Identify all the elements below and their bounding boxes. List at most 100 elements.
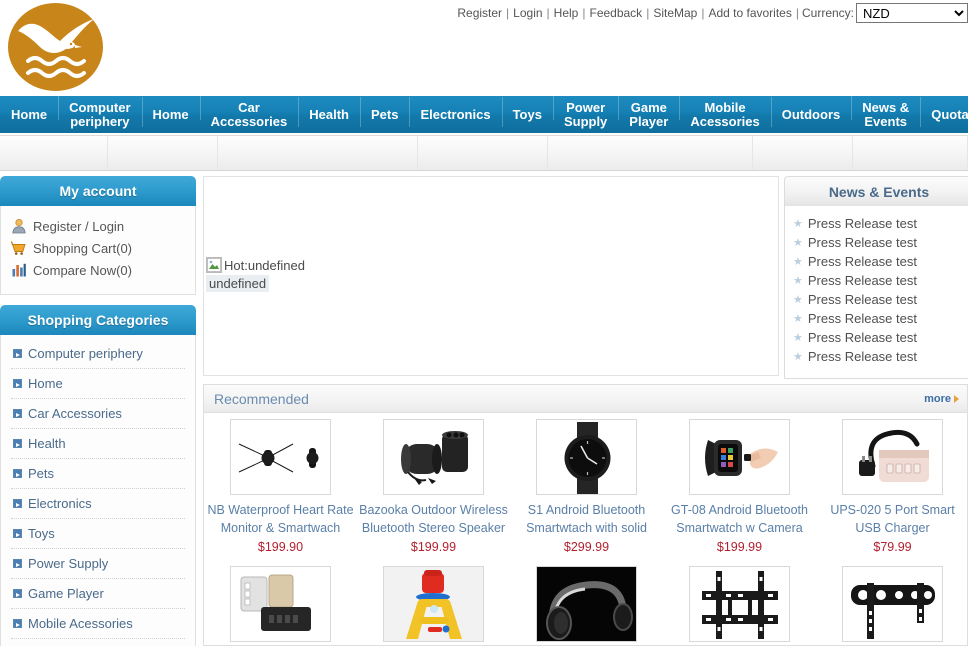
news-item-label: Press Release test	[807, 330, 917, 345]
product-image	[230, 566, 331, 642]
news-item[interactable]: ★ Press Release test	[793, 309, 967, 328]
category-item-car-accessories[interactable]: Car Accessories	[11, 399, 185, 429]
product-card[interactable]	[204, 566, 357, 645]
product-card[interactable]	[663, 566, 816, 645]
category-item-home[interactable]: Home	[11, 369, 185, 399]
broken-image-icon	[206, 257, 222, 273]
account-item-shopping-cart[interactable]: Shopping Cart(0)	[11, 240, 185, 256]
nav-item-news-events[interactable]: News & Events	[851, 96, 920, 129]
product-card[interactable]: S1 Android Bluetooth Smartwtach with sol…	[510, 419, 663, 556]
subnav-cell	[218, 136, 418, 170]
recommended-section: Recommended more NB Waterproof Heart Rat…	[203, 384, 968, 646]
recommended-row-2	[204, 560, 967, 645]
currency-label: Currency:	[801, 6, 854, 20]
currency-select[interactable]: NZD	[856, 3, 968, 23]
nav-item-quotation[interactable]: Quotation	[920, 96, 968, 127]
product-image	[842, 566, 943, 642]
news-item[interactable]: ★ Press Release test	[793, 271, 967, 290]
arrow-box-icon	[13, 559, 22, 568]
nav-item-power-supply[interactable]: Power Supply	[552, 96, 618, 129]
category-item-health[interactable]: Health	[11, 429, 185, 459]
category-item-pets[interactable]: Pets	[11, 459, 185, 489]
nav-item-toys[interactable]: Toys	[501, 96, 553, 127]
product-card[interactable]	[510, 566, 663, 645]
separator: |	[795, 6, 799, 20]
product-title[interactable]: Bazooka Outdoor Wireless Bluetooth Stere…	[359, 501, 508, 537]
product-price: $199.99	[410, 540, 457, 554]
product-title[interactable]: UPS-020 5 Port Smart USB Charger	[818, 501, 967, 537]
my-account-body: Register / Login Shopping Cart(0) Compar…	[0, 206, 196, 295]
star-icon: ★	[793, 237, 803, 249]
news-item[interactable]: ★ Press Release test	[793, 252, 967, 271]
sitemap-link[interactable]: SiteMap	[652, 6, 698, 20]
product-card[interactable]: UPS-020 5 Port Smart USB Charger $79.99	[816, 419, 967, 556]
left-sidebar: My account Register / Login Shopping Car…	[0, 176, 196, 646]
news-events-title: News & Events	[784, 176, 968, 206]
news-item[interactable]: ★ Press Release test	[793, 290, 967, 309]
category-label: Car Accessories	[28, 406, 122, 421]
nav-item-car-accessories[interactable]: Car Accessories	[199, 96, 299, 129]
news-item[interactable]: ★ Press Release test	[793, 328, 967, 347]
recommended-row-1: NB Waterproof Heart Rate Monitor & Smart…	[204, 413, 967, 556]
nav-item-game-player[interactable]: Game Player	[618, 96, 679, 129]
cart-icon	[11, 240, 29, 256]
category-item-computer-periphery[interactable]: Computer periphery	[11, 339, 185, 369]
nav-item-computer-periphery[interactable]: Computer periphery	[58, 96, 141, 129]
arrow-right-icon	[954, 394, 959, 403]
news-item[interactable]: ★ Press Release test	[793, 233, 967, 252]
news-item-label: Press Release test	[807, 273, 917, 288]
register-link[interactable]: Register	[456, 6, 503, 20]
feedback-link[interactable]: Feedback	[588, 6, 643, 20]
nav-item-health[interactable]: Health	[298, 96, 360, 127]
account-item-register-login[interactable]: Register / Login	[11, 218, 185, 234]
category-label: Game Player	[28, 586, 104, 601]
product-card[interactable]: GT-08 Android Bluetooth Smartwatch w Cam…	[663, 419, 816, 556]
category-item-outdoors[interactable]: Outdoors	[11, 639, 185, 646]
star-icon: ★	[793, 351, 803, 363]
product-image	[536, 566, 637, 642]
category-item-toys[interactable]: Toys	[11, 519, 185, 549]
account-item-compare-now[interactable]: Compare Now(0)	[11, 262, 185, 278]
product-price: $199.90	[257, 540, 304, 554]
main-navigation: Home Computer periphery Home Car Accesso…	[0, 96, 968, 133]
product-card[interactable]	[816, 566, 967, 645]
news-item-label: Press Release test	[807, 254, 917, 269]
recommended-more-link[interactable]: more	[924, 393, 959, 405]
nav-item-mobile-acessories[interactable]: Mobile Acessories	[679, 96, 770, 129]
category-item-game-player[interactable]: Game Player	[11, 579, 185, 609]
nav-item-home[interactable]: Home	[0, 107, 58, 122]
product-card[interactable]	[357, 566, 510, 645]
product-image	[383, 419, 484, 495]
news-item[interactable]: ★ Press Release test	[793, 214, 967, 233]
center-banner-area: Hot:undefined undefined	[203, 176, 779, 376]
product-card[interactable]: Bazooka Outdoor Wireless Bluetooth Stere…	[357, 419, 510, 556]
smartwatch-hand-image	[690, 420, 789, 494]
product-title[interactable]: GT-08 Android Bluetooth Smartwatch w Cam…	[665, 501, 814, 537]
nav-item-pets[interactable]: Pets	[360, 96, 409, 127]
broken-image-alt-text: Hot:undefined	[224, 257, 305, 273]
add-to-favorites-link[interactable]: Add to favorites	[707, 6, 792, 20]
category-item-mobile-acessories[interactable]: Mobile Acessories	[11, 609, 185, 639]
subnav-cell	[0, 136, 108, 170]
product-title[interactable]: NB Waterproof Heart Rate Monitor & Smart…	[206, 501, 355, 537]
category-item-power-supply[interactable]: Power Supply	[11, 549, 185, 579]
category-item-electronics[interactable]: Electronics	[11, 489, 185, 519]
sub-navigation-strip	[0, 135, 968, 171]
login-link[interactable]: Login	[512, 6, 543, 20]
category-label: Pets	[28, 466, 55, 481]
nav-item-home-2[interactable]: Home	[141, 96, 200, 127]
product-price: $199.99	[716, 540, 763, 554]
nav-item-outdoors[interactable]: Outdoors	[770, 96, 852, 127]
separator: |	[546, 6, 550, 20]
site-logo[interactable]	[8, 3, 103, 91]
broken-image-row[interactable]: Hot:undefined	[206, 257, 305, 273]
product-title[interactable]: S1 Android Bluetooth Smartwtach with sol…	[512, 501, 661, 537]
news-item-label: Press Release test	[807, 235, 917, 250]
news-item[interactable]: ★ Press Release test	[793, 347, 967, 366]
help-link[interactable]: Help	[553, 6, 580, 20]
my-account-panel: My account Register / Login Shopping Car…	[0, 176, 196, 295]
nav-item-electronics[interactable]: Electronics	[409, 96, 501, 127]
subnav-cell	[418, 136, 548, 170]
product-image	[842, 419, 943, 495]
product-card[interactable]: NB Waterproof Heart Rate Monitor & Smart…	[204, 419, 357, 556]
